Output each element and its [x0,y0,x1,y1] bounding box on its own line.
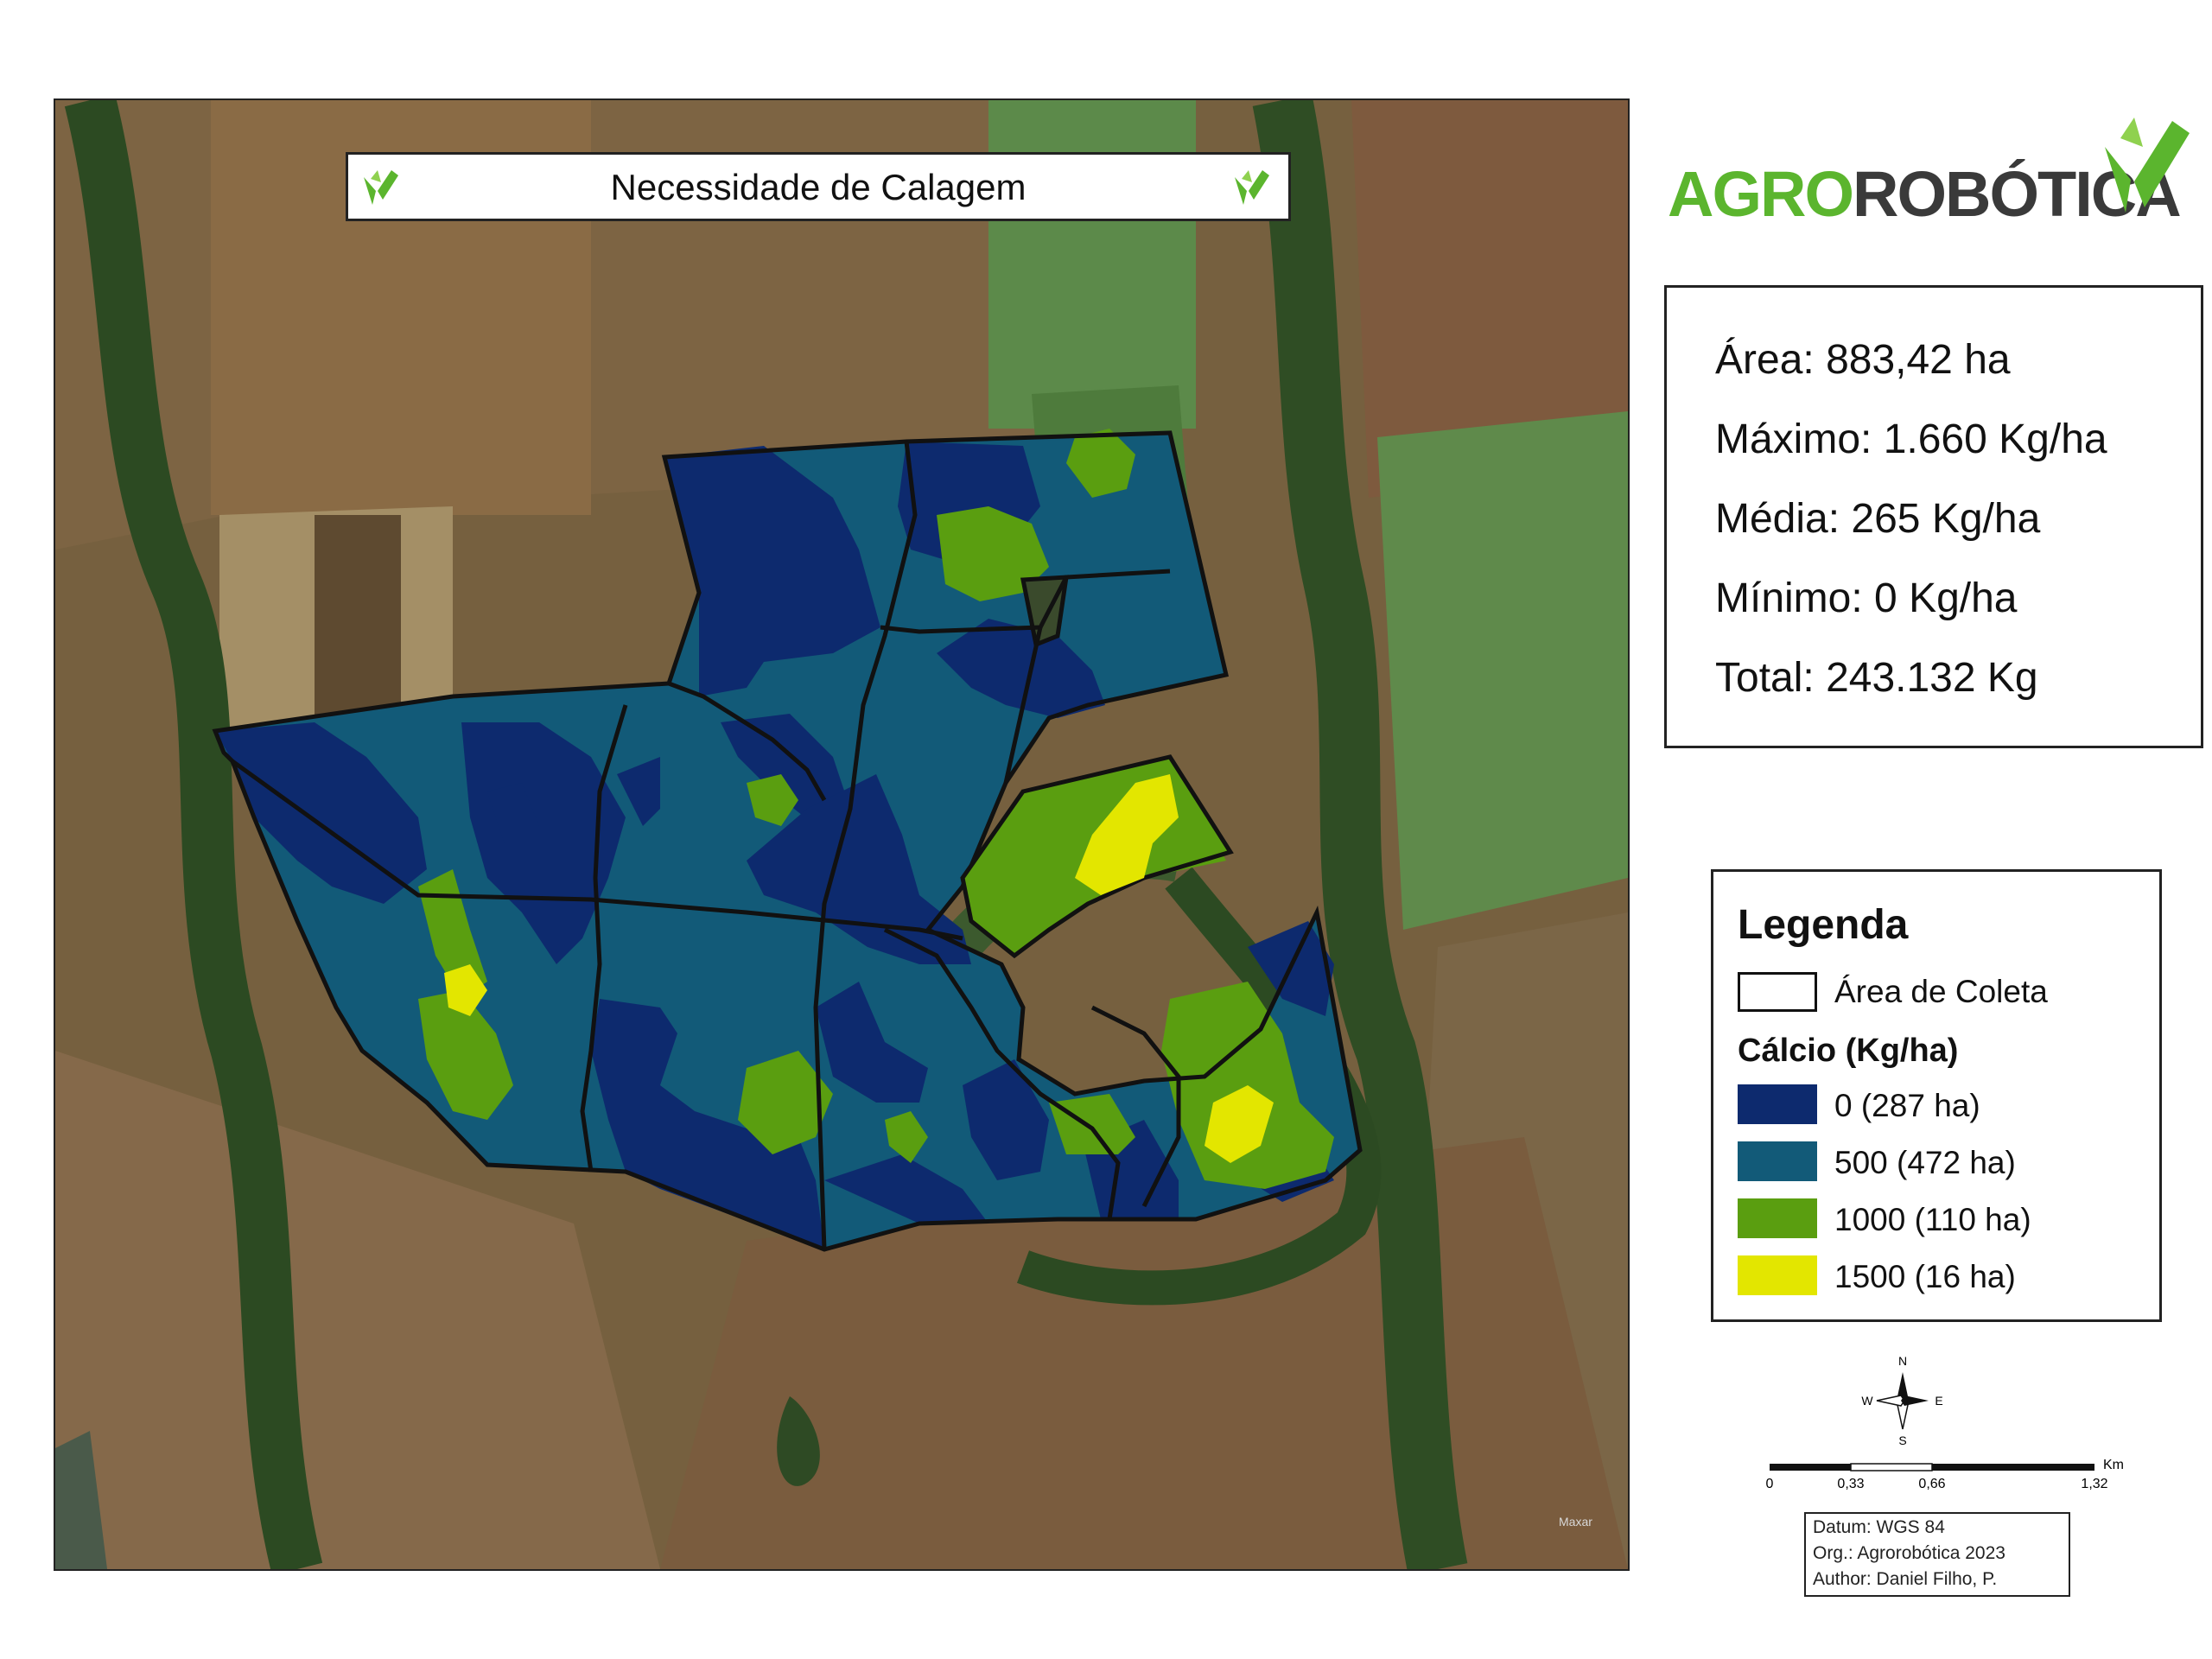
stat-maximo: Máximo: 1.660 Kg/ha [1715,416,2107,462]
map-title-box: Necessidade de Calagem [346,152,1291,221]
brand-leaf-icon [2105,118,2190,213]
legend-swatch-1500 [1738,1255,1817,1295]
terrain-field [988,100,1196,429]
legend-panel: Legenda Área de Coleta Cálcio (Kg/ha) 0 … [1711,869,2162,1322]
compass-w: W [1861,1394,1873,1408]
author-text: Author: Daniel Filho, P. [1813,1569,1998,1589]
scale-bar-graphic: Km 0 0,33 0,66 1,32 [1766,1458,2124,1491]
scale-bar: Km 0 0,33 0,66 1,32 [1763,1457,2126,1517]
stat-media: Média: 265 Kg/ha [1715,496,2041,542]
scale-tick: 0,66 [1918,1477,1945,1491]
legend-subtitle: Cálcio (Kg/ha) [1738,1033,1959,1069]
metadata-box: Datum: WGS 84 Org.: Agrorobótica 2023 Au… [1804,1512,2070,1597]
compass-s: S [1898,1433,1906,1447]
scale-tick: 1,32 [2081,1477,2107,1491]
legend-label-1000: 1000 (110 ha) [1834,1202,2031,1237]
legend-swatch-1000 [1738,1198,1817,1238]
org-text: Org.: Agrorobótica 2023 [1813,1543,2005,1563]
legend-swatch-boundary [1738,972,1817,1012]
legend-label-1500: 1500 (16 ha) [1834,1259,2016,1294]
scale-unit: Km [2103,1458,2124,1472]
legend-label-boundary: Área de Coleta [1834,974,2048,1009]
map-frame[interactable]: Maxar [54,99,1630,1571]
legend-label-0: 0 (287 ha) [1834,1088,1980,1123]
stat-minimo: Mínimo: 0 Kg/ha [1715,575,2018,621]
stat-total: Total: 243.132 Kg [1715,655,2038,701]
leaf-logo-icon [1235,170,1269,205]
legend-title: Legenda [1738,902,1909,948]
north-arrow-icon: N S E W [1861,1354,1942,1447]
datum-text: Datum: WGS 84 [1813,1517,1945,1537]
scale-tick: 0,33 [1837,1477,1864,1491]
terrain-field [1377,411,1628,930]
brand-agro: AGRO [1668,158,1854,230]
imagery-credit: Maxar [1559,1515,1592,1529]
compass-n: N [1898,1354,1907,1368]
satellite-map: Maxar [55,100,1628,1569]
compass-rose: N S E W [1859,1353,1946,1448]
legend-swatch-500 [1738,1141,1817,1181]
compass-e: E [1935,1394,1942,1408]
stat-area: Área: 883,42 ha [1715,337,2011,383]
legend-swatch-0 [1738,1084,1817,1124]
stats-panel: Área: 883,42 ha Máximo: 1.660 Kg/ha Médi… [1664,285,2203,748]
map-title: Necessidade de Calagem [610,167,1027,207]
scale-tick: 0 [1766,1477,1774,1491]
brand-logo: AGROROBÓTICA [1668,112,2190,233]
legend-label-500: 500 (472 ha) [1834,1145,2016,1180]
